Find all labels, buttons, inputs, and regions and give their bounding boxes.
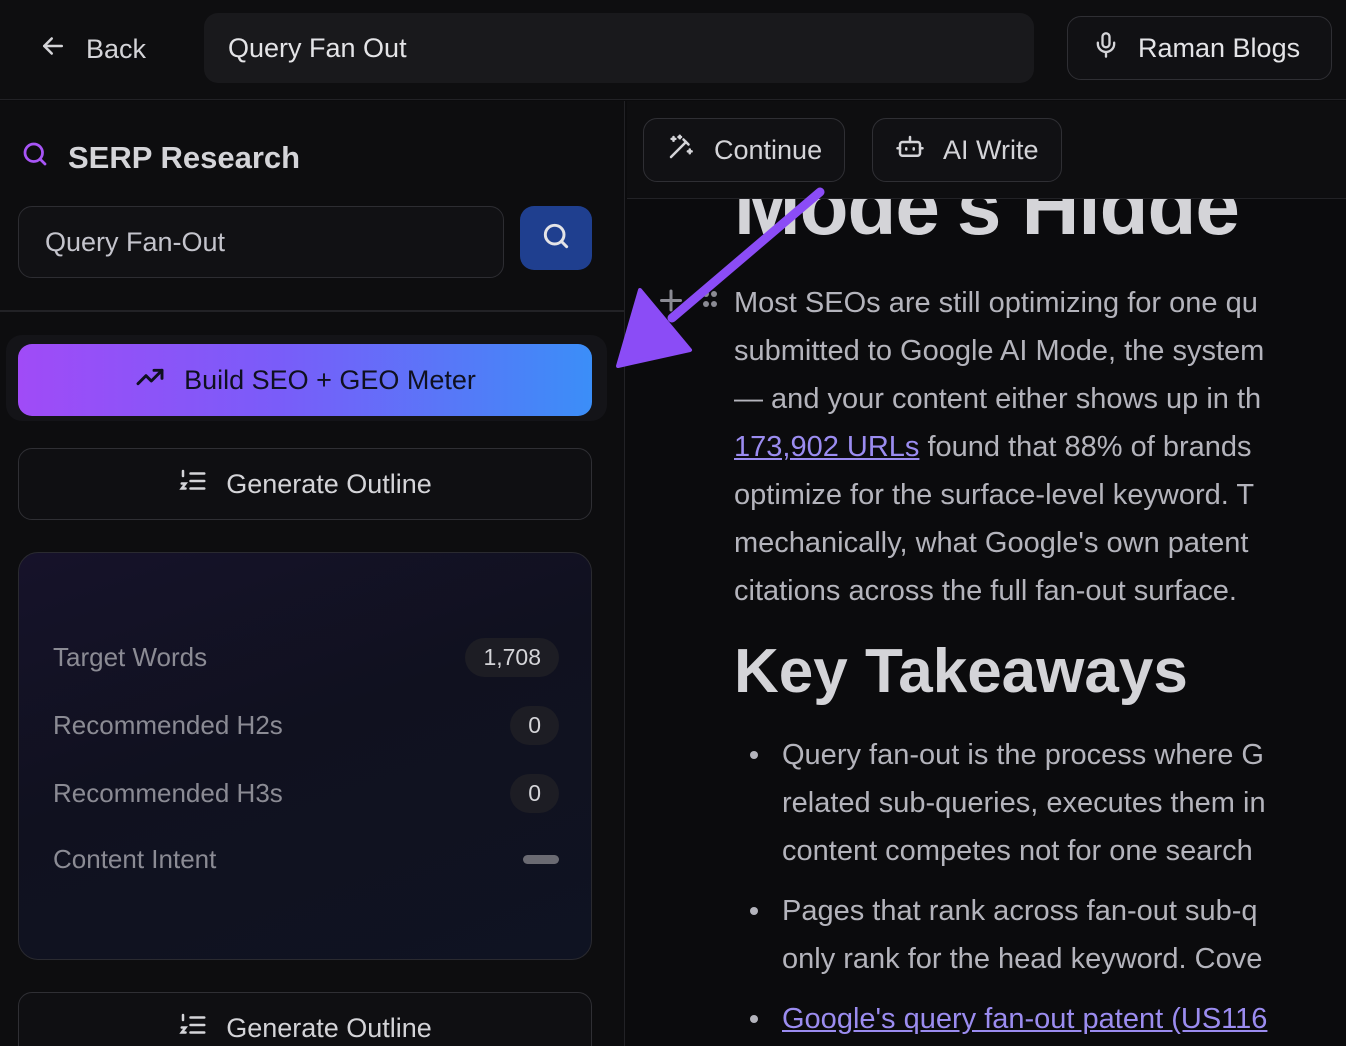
workspace-name: Raman Blogs xyxy=(1138,32,1301,63)
list-ordered-icon xyxy=(178,466,208,503)
build-seo-geo-meter-button[interactable]: Build SEO + GEO Meter xyxy=(18,344,592,416)
search-button[interactable] xyxy=(520,206,592,270)
arrow-left-icon xyxy=(38,31,68,68)
paragraph-line: mechanically, what Google's own patent xyxy=(734,527,1249,559)
list-item-line: Pages that rank across fan-out sub-q xyxy=(782,895,1258,927)
magic-wand-icon xyxy=(666,132,696,169)
paragraph-line: — and your content either shows up in th xyxy=(734,383,1262,415)
divider xyxy=(0,310,624,312)
stats-card: Target Words 1,708 Recommended H2s 0 Rec… xyxy=(18,552,592,960)
paragraph-line: 173,902 URLs found that 88% of brands xyxy=(734,423,1264,471)
back-label: Back xyxy=(86,33,147,64)
section-title-label: SERP Research xyxy=(68,140,301,175)
stat-label: Recommended H2s xyxy=(53,709,283,740)
stat-value: 0 xyxy=(510,773,559,813)
paragraph-line: citations across the full fan-out surfac… xyxy=(734,575,1237,607)
paragraph-line: optimize for the surface-level keyword. … xyxy=(734,479,1255,511)
stat-label: Content Intent xyxy=(53,843,217,874)
bullet xyxy=(750,907,758,915)
bullet xyxy=(750,751,758,759)
top-bar: Back Query Fan Out Raman Blogs xyxy=(0,0,1346,100)
trending-up-icon xyxy=(134,361,166,400)
block-drag-handle[interactable] xyxy=(650,284,722,323)
stat-label: Recommended H3s xyxy=(53,777,283,808)
stat-value: 0 xyxy=(510,705,559,745)
continue-button[interactable]: Continue xyxy=(643,118,846,182)
key-takeaways-heading: Key Takeaways xyxy=(734,637,1188,706)
list-item: Google's query fan-out patent (US116 xyxy=(734,995,1346,1043)
generate-outline-label: Generate Outline xyxy=(226,1012,432,1043)
serp-sidebar: SERP Research Query Fan-Out Build SEO + … xyxy=(0,101,625,1046)
stat-value: 1,708 xyxy=(465,637,559,677)
list-item-line: related sub-queries, executes them in xyxy=(782,787,1266,819)
workspace-button[interactable]: Raman Blogs xyxy=(1067,16,1332,80)
list-item: Query fan-out is the process where G rel… xyxy=(734,731,1346,875)
build-button-label: Build SEO + GEO Meter xyxy=(184,364,476,395)
plus-icon xyxy=(660,289,717,312)
paragraph-line: submitted to Google AI Mode, the system xyxy=(734,335,1265,367)
list-item-line: content competes not for one search xyxy=(782,835,1253,867)
editor-toolbar: Continue AI Write xyxy=(627,101,1346,199)
intro-paragraph: Most SEOs are still optimizing for one q… xyxy=(734,279,1264,615)
generate-outline-label: Generate Outline xyxy=(226,468,432,499)
urls-link[interactable]: 173,902 URLs xyxy=(734,431,919,463)
generate-outline-button[interactable]: Generate Outline xyxy=(18,448,592,520)
search-icon xyxy=(540,220,572,257)
microphone-icon xyxy=(1092,31,1120,66)
search-icon xyxy=(20,139,50,177)
list-item-line: Query fan-out is the process where G xyxy=(782,739,1264,771)
keyword-input[interactable]: Query Fan-Out xyxy=(18,206,504,278)
stat-row-recommended-h2s: Recommended H2s 0 xyxy=(53,703,559,747)
list-ordered-icon xyxy=(178,1010,208,1046)
stat-placeholder xyxy=(523,854,559,864)
list-item: Pages that rank across fan-out sub-q onl… xyxy=(734,887,1346,983)
list-item-line: only rank for the head keyword. Cove xyxy=(782,943,1263,975)
bullet xyxy=(750,1015,758,1023)
back-button[interactable]: Back xyxy=(38,28,146,70)
stat-row-target-words: Target Words 1,708 xyxy=(53,635,559,679)
stat-row-content-intent: Content Intent xyxy=(53,837,559,881)
document-title-field[interactable]: Query Fan Out xyxy=(204,13,1034,83)
bot-icon xyxy=(895,132,925,169)
section-title: SERP Research xyxy=(20,139,300,177)
paragraph-line: Most SEOs are still optimizing for one q… xyxy=(734,287,1258,319)
stat-row-recommended-h3s: Recommended H3s 0 xyxy=(53,771,559,815)
editor-pane: Continue AI Write Mode's Hidde Most SEOs… xyxy=(627,101,1346,1046)
paragraph-text: found that 88% of brands xyxy=(919,431,1252,463)
stat-label: Target Words xyxy=(53,641,208,672)
ai-write-button[interactable]: AI Write xyxy=(872,118,1062,182)
patent-link[interactable]: Google's query fan-out patent (US116 xyxy=(782,995,1346,1043)
takeaways-list: Query fan-out is the process where G rel… xyxy=(734,731,1346,1046)
generate-outline-button[interactable]: Generate Outline xyxy=(18,992,592,1046)
continue-label: Continue xyxy=(714,134,823,165)
ai-write-label: AI Write xyxy=(943,134,1039,165)
